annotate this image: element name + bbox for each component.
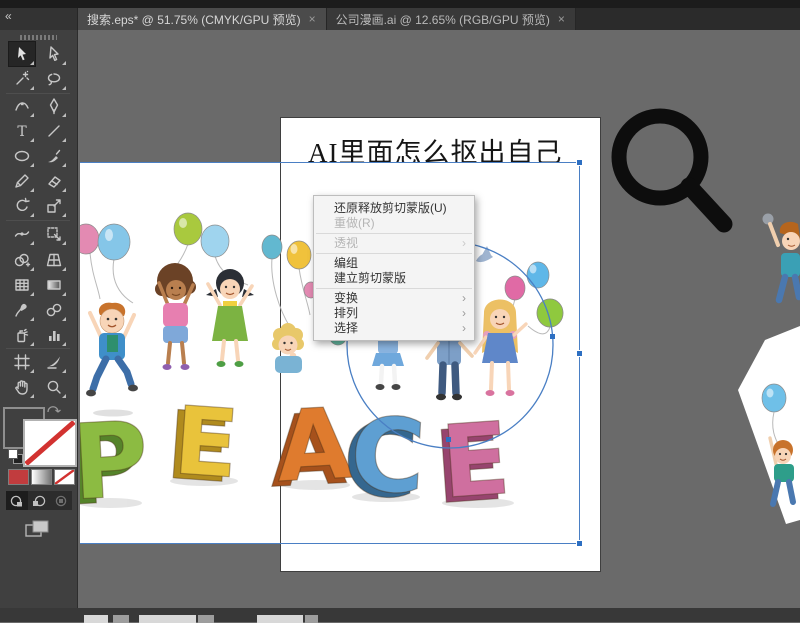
selection-bottom-edge[interactable] — [80, 543, 580, 544]
draw-inside-mode-icon[interactable] — [50, 491, 72, 510]
ellipse-tool[interactable] — [9, 144, 35, 168]
shape-builder-tool[interactable] — [9, 248, 35, 272]
perspective-grid-tool[interactable] — [41, 248, 67, 272]
gradient-button[interactable] — [31, 469, 52, 485]
lasso-tool[interactable] — [41, 67, 67, 91]
gradient-tool[interactable] — [41, 273, 67, 297]
swap-fill-stroke-icon[interactable] — [46, 402, 62, 415]
stroke-swatch-none[interactable] — [23, 419, 77, 467]
menu-item-select[interactable]: 选择 › — [314, 321, 474, 336]
eyedropper-tool[interactable] — [9, 298, 35, 322]
close-icon[interactable]: × — [557, 12, 566, 26]
pencil-tool[interactable] — [9, 169, 35, 193]
tab-search-eps[interactable]: 搜索.eps* @ 51.75% (CMYK/GPU 预览) × — [78, 8, 327, 30]
curvature-tool[interactable] — [9, 94, 35, 118]
paintbrush-tool[interactable] — [41, 144, 67, 168]
menu-item-perspective[interactable]: 透视 › — [314, 236, 474, 251]
color-button[interactable] — [8, 469, 29, 485]
tab-title: 搜索.eps* @ 51.75% (CMYK/GPU 预览) — [87, 12, 301, 27]
collapse-panel-chevron-icon[interactable]: « — [5, 10, 12, 22]
mesh-tool[interactable] — [9, 273, 35, 297]
context-menu: 还原释放剪切蒙版(U) 重做(R) 透视 › 编组 建立剪切蒙版 变换 › 排列 › … — [313, 195, 475, 341]
selection-top-edge[interactable] — [80, 162, 580, 163]
selection-tool[interactable] — [8, 41, 36, 67]
magnifier-icon — [611, 108, 733, 233]
eraser-tool[interactable] — [41, 169, 67, 193]
close-icon[interactable]: × — [308, 12, 317, 26]
letter-P[interactable]: P P — [80, 398, 152, 530]
selection-anchor-bottom-right[interactable] — [576, 540, 583, 547]
submenu-arrow-icon: › — [462, 321, 466, 335]
tab-company-comic-ai[interactable]: 公司漫画.ai @ 12.65% (RGB/GPU 预览) × — [326, 8, 576, 30]
column-graph-tool[interactable] — [41, 323, 67, 347]
window-top-strip — [0, 0, 800, 8]
letter-E1[interactable]: E E — [162, 386, 242, 505]
blend-tool[interactable] — [41, 298, 67, 322]
menu-separator — [316, 288, 472, 289]
rotate-tool[interactable] — [9, 194, 35, 218]
hand-tool[interactable] — [9, 375, 35, 399]
selection-anchor-right-mid[interactable] — [576, 350, 583, 357]
status-bar — [0, 608, 800, 623]
cutout-boy[interactable] — [758, 205, 800, 310]
svg-text:E: E — [437, 400, 513, 521]
width-tool[interactable] — [9, 222, 35, 246]
svg-text:P: P — [80, 398, 151, 524]
draw-normal-mode-icon[interactable] — [6, 491, 28, 510]
menu-item-arrange[interactable]: 排列 › — [314, 306, 474, 321]
bird[interactable] — [476, 246, 493, 263]
submenu-arrow-icon: › — [462, 291, 466, 305]
kid-girl-blonde-dress[interactable] — [473, 299, 528, 397]
line-segment-tool[interactable] — [41, 119, 67, 143]
hexagon-clipped-artwork[interactable] — [730, 318, 800, 528]
drawing-modes-group — [6, 491, 72, 510]
direct-selection-tool[interactable] — [41, 42, 67, 66]
none-button[interactable] — [54, 469, 75, 485]
selection-anchor-top-right[interactable] — [576, 159, 583, 166]
tools-panel: T — [0, 30, 78, 608]
menu-item-make-clipping-mask[interactable]: 建立剪切蒙版 — [314, 271, 474, 286]
menu-separator — [316, 233, 472, 234]
menu-item-group[interactable]: 编组 — [314, 256, 474, 271]
free-transform-tool[interactable] — [41, 222, 67, 246]
magic-wand-tool[interactable] — [9, 67, 35, 91]
document-tab-bar: 搜索.eps* @ 51.75% (CMYK/GPU 预览) × 公司漫画.ai… — [0, 8, 800, 30]
panel-drag-dots[interactable] — [20, 35, 57, 40]
artboard-tool[interactable] — [9, 350, 35, 374]
scale-tool[interactable] — [41, 194, 67, 218]
pen-tool[interactable] — [41, 94, 67, 118]
screen-mode-icon[interactable] — [24, 519, 52, 539]
draw-behind-mode-icon[interactable] — [28, 491, 50, 510]
svg-text:E: E — [170, 387, 242, 500]
letter-E2[interactable]: E E — [430, 399, 514, 527]
tab-title: 公司漫画.ai @ 12.65% (RGB/GPU 预览) — [335, 12, 550, 27]
kid-girl-afro[interactable] — [155, 263, 196, 370]
default-swatches-icon[interactable] — [8, 449, 18, 459]
menu-separator — [316, 253, 472, 254]
zoom-tool[interactable] — [41, 375, 67, 399]
symbol-sprayer-tool[interactable] — [9, 323, 35, 347]
kid-curly-blonde[interactable] — [272, 323, 304, 373]
menu-item-transform[interactable]: 变换 › — [314, 291, 474, 306]
type-tool[interactable]: T — [9, 119, 35, 143]
submenu-arrow-icon: › — [462, 306, 466, 320]
svg-text:C: C — [347, 395, 428, 518]
slice-tool[interactable] — [41, 350, 67, 374]
svg-text:T: T — [17, 124, 27, 140]
submenu-arrow-icon: › — [462, 236, 466, 250]
letter-C[interactable]: C C — [339, 395, 428, 524]
menu-item-redo[interactable]: 重做(R) — [314, 216, 474, 231]
menu-item-undo-release-clipping-mask[interactable]: 还原释放剪切蒙版(U) — [314, 201, 474, 216]
kid-girl-green[interactable] — [206, 269, 254, 367]
